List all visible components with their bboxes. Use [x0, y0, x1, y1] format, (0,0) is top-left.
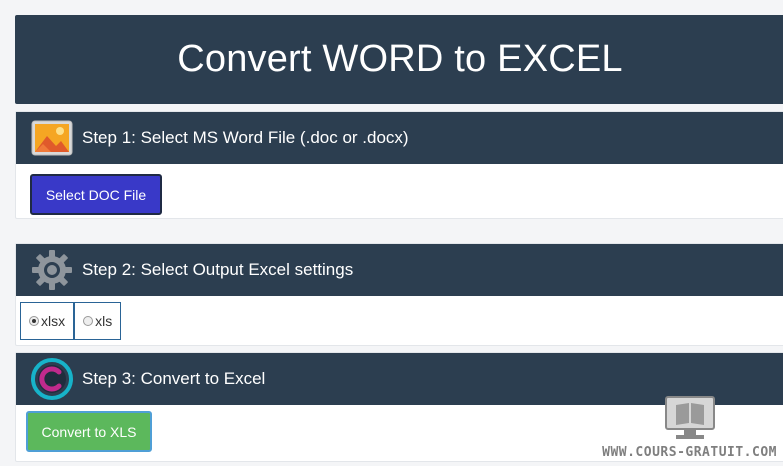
c-logo-icon [30, 358, 74, 400]
page: Convert WORD to EXCEL Step 1: Select MS … [0, 0, 783, 466]
radio-button-xls[interactable] [83, 316, 94, 326]
radio-button-xlsx[interactable] [29, 316, 39, 326]
radio-label-xlsx: xlsx [41, 313, 66, 329]
output-format-radio-group: xlsx xls [20, 302, 122, 340]
step2-panel: Step 2: Select Output Excel settings xls… [15, 243, 783, 346]
step2-header: Step 2: Select Output Excel settings [16, 244, 783, 296]
select-doc-file-button[interactable]: Select DOC File [30, 174, 162, 215]
step2-title: Step 2: Select Output Excel settings [82, 260, 354, 279]
gear-icon [30, 250, 74, 290]
watermark: WWW.COURS-GRATUIT.COM [602, 395, 777, 460]
watermark-text: WWW.COURS-GRATUIT.COM [602, 445, 777, 460]
monitor-book-icon [664, 396, 715, 439]
page-title: Convert WORD to EXCEL [177, 38, 623, 80]
step1-panel: Step 1: Select MS Word File (.doc or .do… [15, 111, 783, 219]
step2-body: xlsx xls [16, 296, 783, 346]
radio-option-xls[interactable]: xls [74, 302, 122, 340]
app-header: Convert WORD to EXCEL [15, 15, 783, 104]
step1-title: Step 1: Select MS Word File (.doc or .do… [82, 128, 409, 147]
radio-label-xls: xls [95, 313, 113, 329]
image-icon [30, 118, 74, 158]
radio-option-xlsx[interactable]: xlsx [20, 302, 75, 340]
step1-body: Select DOC File [16, 164, 783, 219]
step3-title: Step 3: Convert to Excel [82, 369, 266, 388]
convert-to-xls-button[interactable]: Convert to XLS [26, 411, 152, 452]
step1-header: Step 1: Select MS Word File (.doc or .do… [16, 112, 783, 164]
